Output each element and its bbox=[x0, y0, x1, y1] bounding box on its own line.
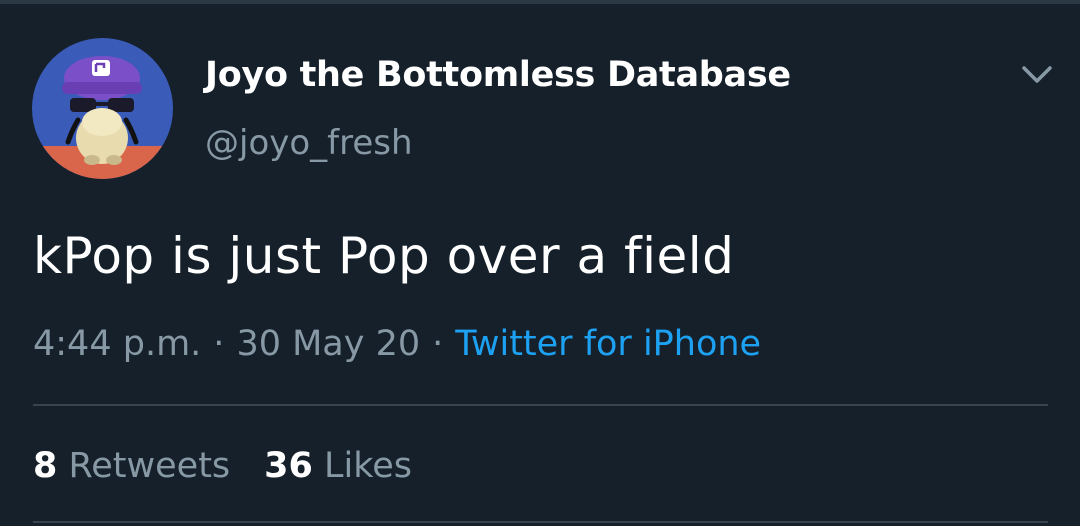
author-handle[interactable]: @joyo_fresh bbox=[205, 123, 413, 163]
tweet-date: 30 May 20 bbox=[236, 324, 421, 364]
top-divider bbox=[0, 0, 1080, 4]
likes-label: Likes bbox=[324, 446, 413, 486]
tweet-metadata: 4:44 p.m. · 30 May 20 · Twitter for iPhone bbox=[33, 324, 761, 364]
waluigi-plush-avatar-icon bbox=[32, 38, 173, 179]
retweets-label: Retweets bbox=[68, 446, 231, 486]
retweets-count: 8 bbox=[33, 446, 58, 486]
chevron-down-icon[interactable] bbox=[1020, 62, 1054, 88]
likes-count: 36 bbox=[264, 446, 313, 486]
meta-separator: · bbox=[432, 324, 444, 364]
tweet-text: kPop is just Pop over a field bbox=[33, 227, 735, 285]
stats-divider bbox=[33, 404, 1048, 406]
tweet-time: 4:44 p.m. bbox=[33, 324, 202, 364]
likes-stat[interactable]: 36 Likes bbox=[264, 446, 412, 486]
avatar[interactable] bbox=[32, 38, 173, 179]
meta-separator: · bbox=[213, 324, 225, 364]
author-display-name[interactable]: Joyo the Bottomless Database bbox=[205, 55, 791, 95]
bottom-divider bbox=[33, 521, 1048, 523]
tweet-source-link[interactable]: Twitter for iPhone bbox=[455, 324, 761, 364]
tweet-detail: Joyo the Bottomless Database @joyo_fresh… bbox=[0, 0, 1080, 526]
tweet-stats: 8 Retweets 36 Likes bbox=[33, 446, 412, 486]
retweets-stat[interactable]: 8 Retweets bbox=[33, 446, 230, 486]
